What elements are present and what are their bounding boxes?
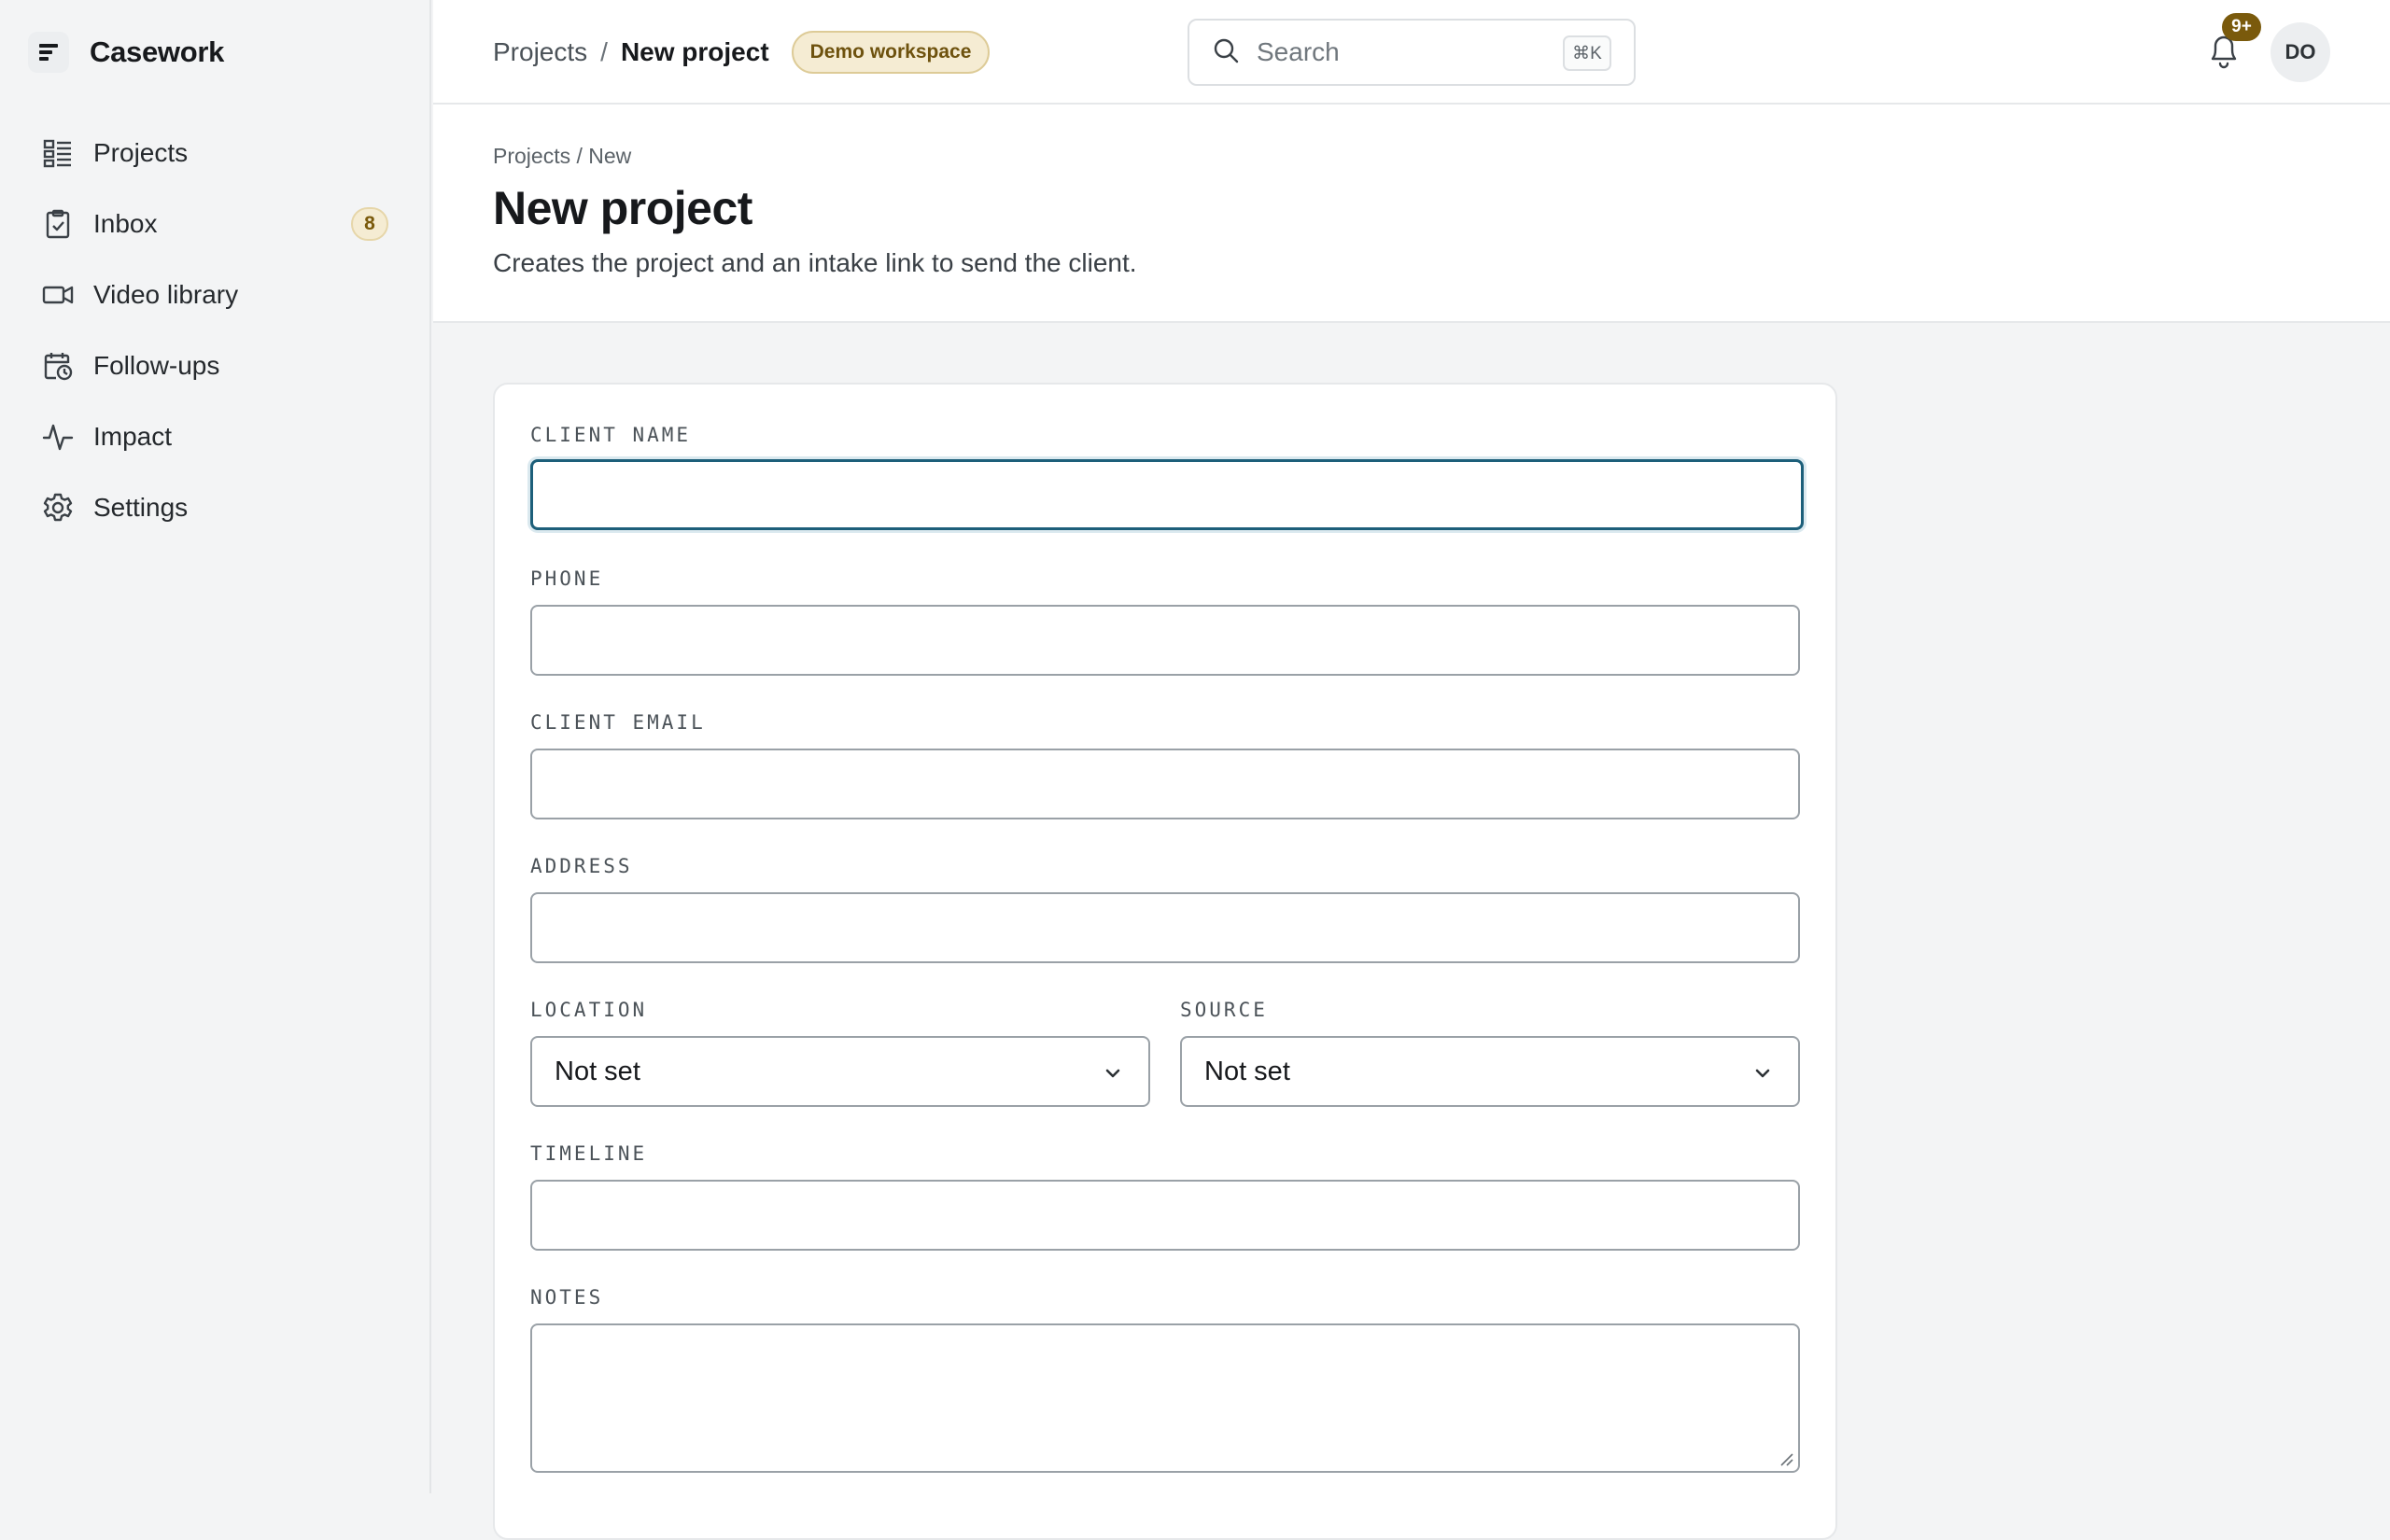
source-label: SOURCE [1180,999,1268,1021]
menu-icon[interactable] [28,32,69,73]
timeline-label: TIMELINE [530,1142,648,1165]
sidebar-item-label: Projects [93,138,189,167]
page-header: Projects / New New project Creates the p… [433,105,2390,323]
client-name-input[interactable] [530,459,1804,530]
sidebar-item-label: Follow-ups [93,351,220,380]
sidebar-item-impact[interactable]: Impact [0,401,429,472]
breadcrumb-separator: / [600,37,608,66]
search-icon [1212,36,1240,69]
sidebar-nav: Projects Inbox 8 Video library Follow-up… [0,118,429,543]
projects-icon [41,136,75,170]
top-bar: Projects / New project Demo workspace Se… [433,0,2390,105]
app-name: Casework [90,35,225,68]
notification-count-badge: 9+ [2222,13,2261,41]
notes-label: NOTES [530,1286,604,1309]
sidebar-item-label: Impact [93,422,173,451]
client-name-label: CLIENT NAME [530,424,692,446]
client-email-input[interactable] [530,749,1800,819]
new-project-form: CLIENT NAME PHONE CLIENT EMAIL ADDRESS L… [493,383,1837,1540]
search-box[interactable]: Search ⌘K [1188,19,1636,86]
chevron-down-icon [1750,1060,1776,1086]
sidebar-item-settings[interactable]: Settings [0,472,429,543]
phone-input[interactable] [530,605,1800,676]
brand[interactable]: Casework [28,28,224,77]
page-breadcrumb: Projects / New [493,144,632,168]
client-email-label: CLIENT EMAIL [530,711,706,734]
clipboard-check-icon [41,207,75,241]
page-description: Creates the project and an intake link t… [493,248,1137,277]
phone-label: PHONE [530,567,604,590]
source-select[interactable]: Not set [1180,1036,1800,1107]
notes-textarea[interactable] [530,1323,1800,1473]
timeline-input[interactable] [530,1180,1800,1251]
sidebar-item-follow-ups[interactable]: Follow-ups [0,330,429,401]
breadcrumb-current: New project [620,37,769,66]
location-label: LOCATION [530,999,648,1021]
location-selected-value: Not set [555,1056,640,1086]
location-select[interactable]: Not set [530,1036,1150,1107]
sidebar-item-video-library[interactable]: Video library [0,259,429,330]
video-camera-icon [41,278,75,312]
sidebar-item-label: Settings [93,493,189,522]
gear-icon [41,491,75,525]
chevron-down-icon [1100,1060,1126,1086]
workspace-badge: Demo workspace [791,31,991,74]
sidebar-item-inbox[interactable]: Inbox 8 [0,189,429,259]
source-selected-value: Not set [1204,1056,1290,1086]
sidebar-item-label: Video library [93,280,239,309]
breadcrumb: Projects / New project Demo workspace [493,28,991,77]
page-title: New project [493,182,752,234]
keyboard-shortcut-hint: ⌘K [1563,35,1611,71]
sidebar-item-projects[interactable]: Projects [0,118,429,189]
avatar[interactable]: DO [2270,22,2330,82]
calendar-clock-icon [41,349,75,383]
breadcrumb-projects-link[interactable]: Projects [493,37,587,67]
sidebar-item-label: Inbox [93,209,158,238]
resize-handle-icon[interactable] [1778,1450,1794,1467]
sidebar: Casework Projects Inbox 8 Video library … [0,0,431,1493]
address-input[interactable] [530,892,1800,963]
search-placeholder: Search [1257,37,1340,66]
inbox-count-badge: 8 [351,207,388,241]
address-label: ADDRESS [530,855,633,877]
activity-icon [41,420,75,454]
